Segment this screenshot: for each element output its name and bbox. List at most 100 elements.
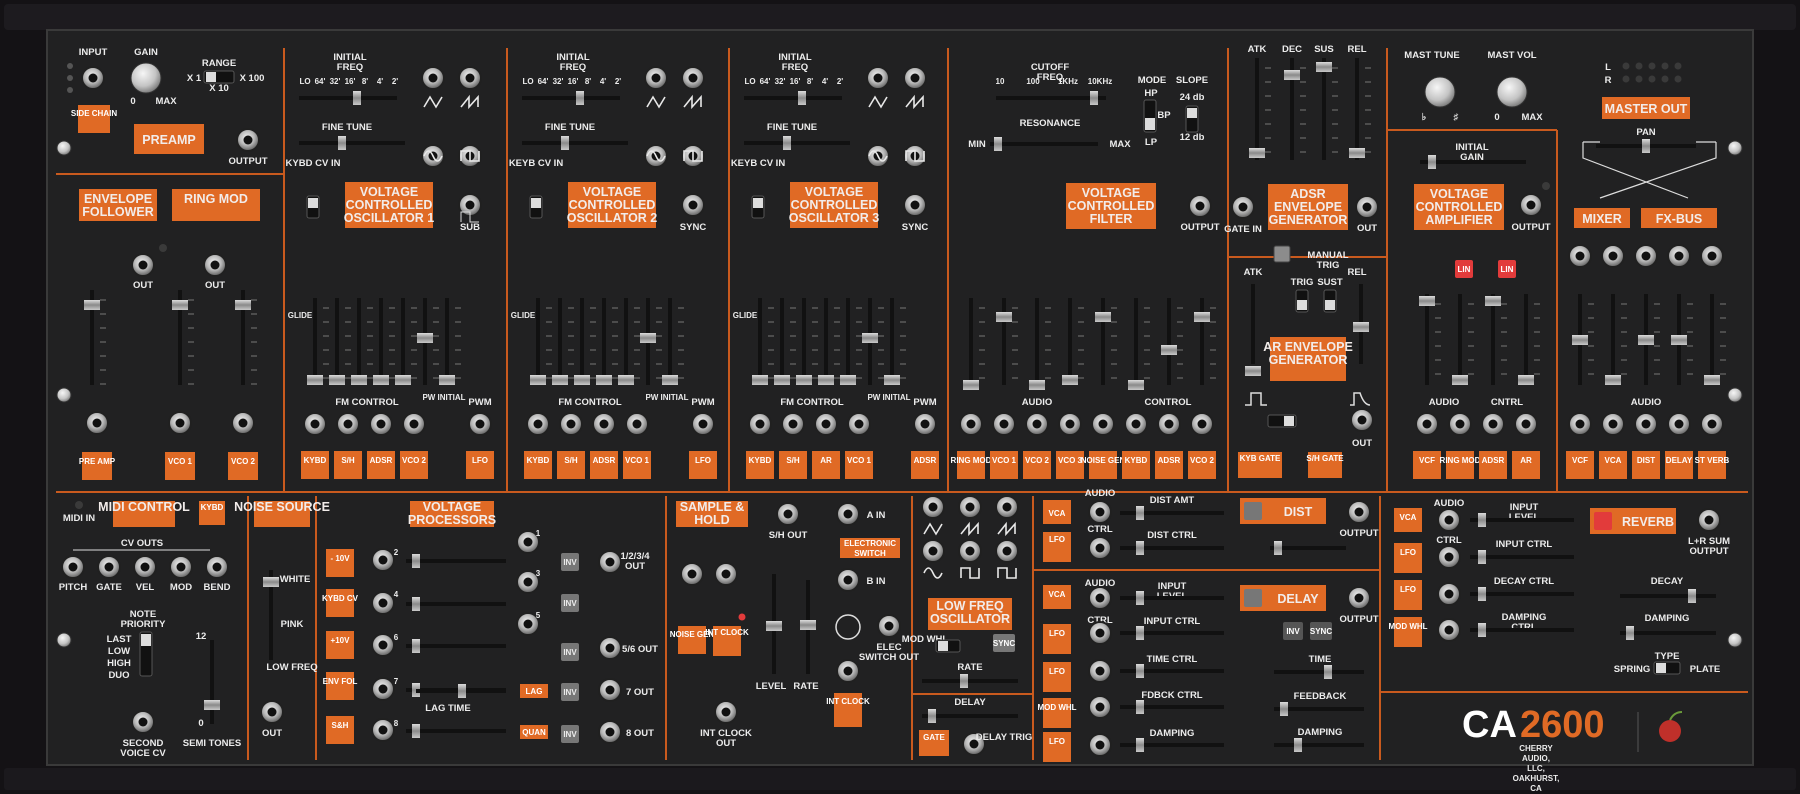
vco3-fader-2[interactable]: [774, 375, 790, 385]
vca-fader-3[interactable]: [1485, 296, 1501, 306]
vcf-fader-5[interactable]: [1095, 312, 1111, 322]
vcf-fader-1[interactable]: [963, 380, 979, 390]
mixer-fader-1[interactable]: [1572, 335, 1588, 345]
vco3-fader-5[interactable]: [840, 375, 856, 385]
reverb-row-fader-4[interactable]: [1478, 623, 1486, 637]
vcf-fader-6[interactable]: [1128, 380, 1144, 390]
vco3-fader-1[interactable]: [752, 375, 768, 385]
svg-text:VCA: VCA: [1605, 456, 1622, 465]
vco3-octave-fader[interactable]: [798, 91, 806, 105]
master-tune-knob[interactable]: [1424, 76, 1456, 108]
level-fader[interactable]: [766, 621, 782, 631]
svg-text:DELAY: DELAY: [1277, 592, 1319, 606]
vcf-fader-8[interactable]: [1194, 312, 1210, 322]
svg-text:7: 7: [394, 677, 399, 686]
gain-knob[interactable]: [130, 62, 162, 94]
cutoff-fader[interactable]: [1090, 91, 1098, 105]
vp-fader-1[interactable]: [412, 554, 420, 568]
vco1-fine-tune-fader[interactable]: [338, 136, 346, 150]
svg-text:PITCH: PITCH: [59, 582, 88, 593]
vco2-fader-3[interactable]: [574, 375, 590, 385]
delay-row-fader-5[interactable]: [1136, 738, 1144, 752]
reverb-power-button[interactable]: [1594, 512, 1612, 530]
dist-mix-fader[interactable]: [1274, 541, 1282, 555]
vco3-fine-tune-fader[interactable]: [783, 136, 791, 150]
initial-gain-fader[interactable]: [1428, 155, 1436, 169]
vco2-fader-4[interactable]: [596, 375, 612, 385]
vco2-fader-6[interactable]: [640, 333, 656, 343]
svg-text:ADSR: ADSR: [370, 456, 393, 465]
delay-row-fader-4[interactable]: [1136, 700, 1144, 714]
mixer-fader-5[interactable]: [1704, 375, 1720, 385]
vco1-fader-7[interactable]: [439, 375, 455, 385]
lfo-delay-fader[interactable]: [928, 709, 936, 723]
semitones-fader[interactable]: [204, 700, 220, 710]
vco2-fine-tune-fader[interactable]: [561, 136, 569, 150]
delay-row-fader-2[interactable]: [1136, 626, 1144, 640]
master-vol-knob[interactable]: [1496, 76, 1528, 108]
lfo-rate-fader[interactable]: [960, 674, 968, 688]
dist-ctrl-fader[interactable]: [1136, 541, 1144, 555]
reverb-row-fader-2[interactable]: [1478, 550, 1486, 564]
ar-attack-fader[interactable]: [1245, 366, 1261, 376]
vco3-fader-3[interactable]: [796, 375, 812, 385]
mixer-fader-3[interactable]: [1638, 335, 1654, 345]
vp-fader-5[interactable]: [412, 724, 420, 738]
delay-feedback-fader[interactable]: [1280, 702, 1288, 716]
delay-damping-fader[interactable]: [1294, 738, 1302, 752]
svg-text:FX-BUS: FX-BUS: [1656, 212, 1703, 226]
vp-fader-3[interactable]: [412, 639, 420, 653]
ar-release-fader[interactable]: [1353, 322, 1369, 332]
reverb-decay-fader[interactable]: [1688, 589, 1696, 603]
rate-fader[interactable]: [800, 620, 816, 630]
vco2-octave-fader[interactable]: [576, 91, 584, 105]
resonance-fader[interactable]: [994, 137, 1002, 151]
env-fader-2[interactable]: [172, 300, 188, 310]
vco1-fader-3[interactable]: [351, 375, 367, 385]
dist-amt-fader[interactable]: [1136, 506, 1144, 520]
vca-fader-1[interactable]: [1419, 296, 1435, 306]
adsr-fader-3[interactable]: [1316, 62, 1332, 72]
vco1-fader-2[interactable]: [329, 375, 345, 385]
vco1-octave-fader[interactable]: [353, 91, 361, 105]
delay-time-fader[interactable]: [1324, 665, 1332, 679]
vco1-fader-6[interactable]: [417, 333, 433, 343]
vp-fader-2[interactable]: [412, 597, 420, 611]
dist-power-button[interactable]: [1244, 502, 1262, 520]
vcf-fader-2[interactable]: [996, 312, 1012, 322]
pan-fader[interactable]: [1642, 139, 1650, 153]
adsr-fader-4[interactable]: [1349, 148, 1365, 158]
vco3-fader-6[interactable]: [862, 333, 878, 343]
vcf-fader-7[interactable]: [1161, 345, 1177, 355]
mixer-fader-2[interactable]: [1605, 375, 1621, 385]
manual-trig-button[interactable]: [1273, 245, 1291, 263]
vco2-fader-5[interactable]: [618, 375, 634, 385]
vco3-fader-7[interactable]: [884, 375, 900, 385]
vco1-fader-5[interactable]: [395, 375, 411, 385]
delay-power-button[interactable]: [1244, 589, 1262, 607]
delay-row-fader-1[interactable]: [1136, 591, 1144, 605]
adsr-fader-1[interactable]: [1249, 148, 1265, 158]
svg-text:VCO 1: VCO 1: [625, 456, 650, 465]
mixer-fader-4[interactable]: [1671, 335, 1687, 345]
svg-text:OUTPUT: OUTPUT: [1339, 614, 1378, 625]
env-fader-3[interactable]: [235, 300, 251, 310]
reverb-row-fader-3[interactable]: [1478, 587, 1486, 601]
vco1-fader-4[interactable]: [373, 375, 389, 385]
delay-row-fader-3[interactable]: [1136, 664, 1144, 678]
vco1-fader-1[interactable]: [307, 375, 323, 385]
reverb-damping-fader[interactable]: [1626, 626, 1634, 640]
vco2-fader-7[interactable]: [662, 375, 678, 385]
vco3-fader-4[interactable]: [818, 375, 834, 385]
vca-fader-4[interactable]: [1518, 375, 1534, 385]
noise-color-fader[interactable]: [263, 577, 279, 587]
lag-time-fader[interactable]: [458, 684, 466, 698]
reverb-row-fader-1[interactable]: [1478, 513, 1486, 527]
env-fader-1[interactable]: [84, 300, 100, 310]
vca-fader-2[interactable]: [1452, 375, 1468, 385]
vco2-fader-1[interactable]: [530, 375, 546, 385]
vcf-fader-3[interactable]: [1029, 380, 1045, 390]
vcf-fader-4[interactable]: [1062, 375, 1078, 385]
adsr-fader-2[interactable]: [1284, 70, 1300, 80]
vco2-fader-2[interactable]: [552, 375, 568, 385]
